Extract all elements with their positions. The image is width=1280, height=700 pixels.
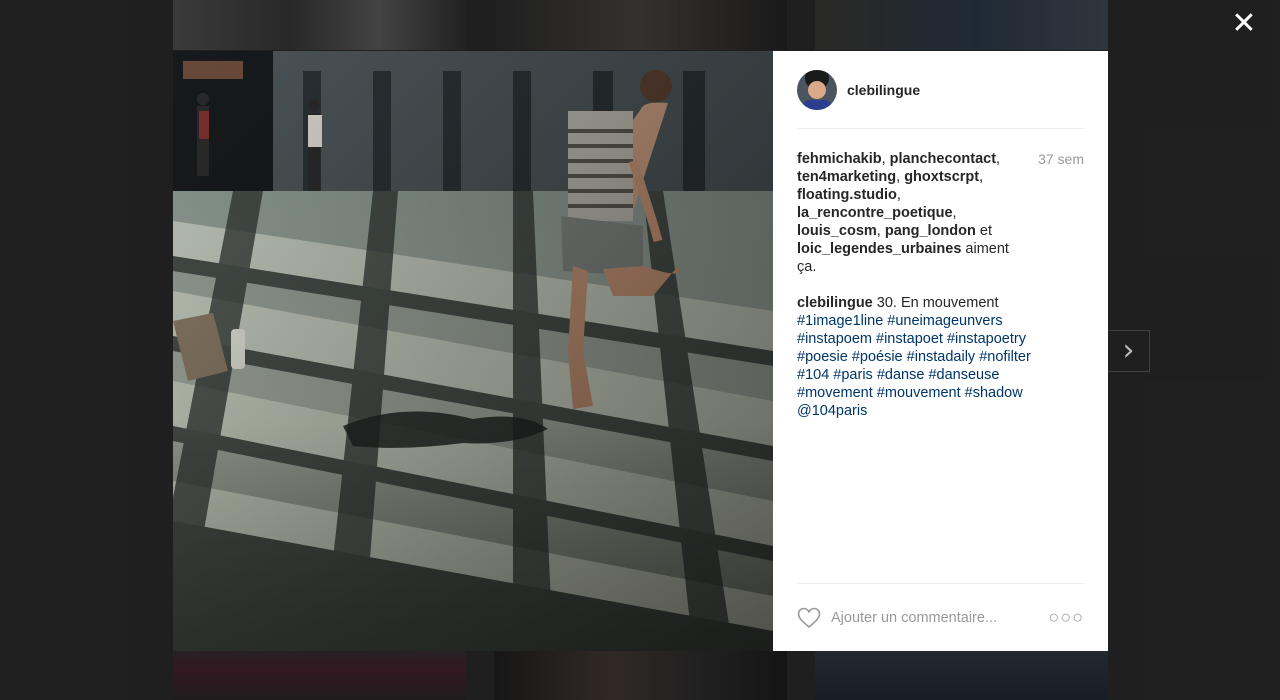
username-link[interactable]: clebilingue [847, 82, 920, 98]
heart-icon[interactable] [797, 607, 821, 629]
liker-link[interactable]: louis_cosm [797, 223, 877, 239]
likes-text: fehmichakib, planchecontact, ten4marketi… [797, 151, 1009, 275]
post-modal: clebilingue fehmichakib, planchecontact,… [173, 51, 1108, 651]
liker-link[interactable]: ten4marketing [797, 169, 896, 185]
hashtag-link[interactable]: #mouvement [877, 385, 961, 401]
hashtag-link[interactable]: #paris [833, 367, 873, 383]
post-caption: clebilingue 30. En mouvement #1image1lin… [797, 294, 1062, 420]
more-options-icon[interactable]: ○○○ [1048, 607, 1084, 628]
liker-link[interactable]: pang_london [885, 223, 976, 239]
chevron-right-icon[interactable]: › [1108, 330, 1150, 372]
likes-row: fehmichakib, planchecontact, ten4marketi… [797, 150, 1084, 276]
hashtag-link[interactable]: #1image1line [797, 313, 883, 329]
photo-illustration [173, 51, 773, 651]
hashtag-link[interactable]: #poésie [852, 349, 903, 365]
mention-link[interactable]: @104paris [797, 403, 867, 419]
avatar-image [797, 69, 837, 110]
comment-input[interactable] [831, 609, 1049, 626]
likes-conjunction: et [975, 223, 992, 239]
comments-section: fehmichakib, planchecontact, ten4marketi… [797, 129, 1084, 420]
hashtag-link[interactable]: #uneimageunvers [887, 313, 1002, 329]
caption-text: 30. En mouvement [872, 295, 999, 311]
liker-link[interactable]: la_rencontre_poetique [797, 205, 953, 221]
post-details-panel: clebilingue fehmichakib, planchecontact,… [773, 51, 1108, 651]
hashtag-link[interactable]: #nofilter [979, 349, 1031, 365]
liker-link[interactable]: floating.studio [797, 187, 897, 203]
liker-link[interactable]: fehmichakib [797, 151, 882, 167]
liker-link[interactable]: ghoxtscrpt [904, 169, 979, 185]
liker-link[interactable]: loic_legendes_urbaines [797, 241, 961, 257]
hashtag-link[interactable]: #instapoetry [947, 331, 1026, 347]
hashtag-link[interactable]: #instapoem [797, 331, 872, 347]
comment-bar: ○○○ [797, 583, 1084, 651]
close-icon[interactable]: ✕ [1230, 9, 1258, 39]
hashtag-link[interactable]: #movement [797, 385, 873, 401]
hashtag-link[interactable]: #danse [877, 367, 925, 383]
hashtag-link[interactable]: #poesie [797, 349, 848, 365]
hashtag-link[interactable]: #shadow [965, 385, 1023, 401]
hashtag-link[interactable]: #104 [797, 367, 829, 383]
hashtag-link[interactable]: #danseuse [928, 367, 999, 383]
post-timestamp[interactable]: 37 sem [1038, 150, 1084, 276]
liker-link[interactable]: planchecontact [890, 151, 996, 167]
avatar[interactable] [797, 69, 837, 110]
post-header: clebilingue [797, 51, 1084, 129]
hashtag-link[interactable]: #instadaily [907, 349, 976, 365]
post-photo [173, 51, 773, 651]
hashtag-link[interactable]: #instapoet [876, 331, 943, 347]
caption-author-link[interactable]: clebilingue [797, 295, 873, 311]
